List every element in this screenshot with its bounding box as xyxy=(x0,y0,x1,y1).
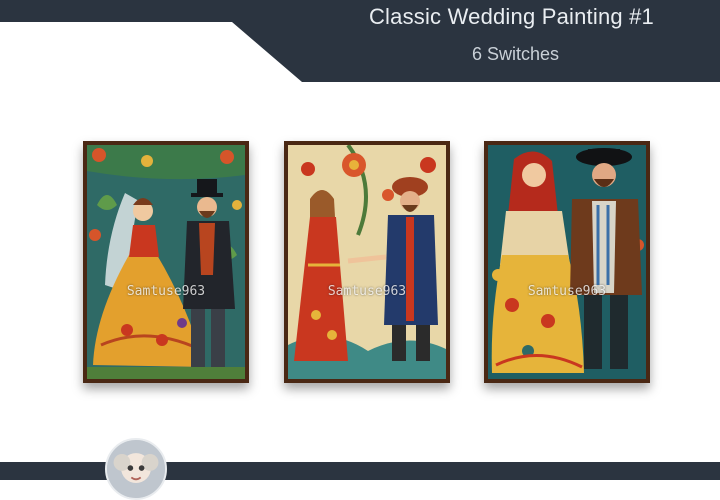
avatar-image xyxy=(107,440,165,498)
painting-image-1 xyxy=(87,145,245,379)
painting-thumbnail-1[interactable]: Samtuse963 xyxy=(83,141,249,383)
painting-thumbnail-3[interactable]: Samtuse963 xyxy=(484,141,650,383)
page-title: Classic Wedding Painting #1 xyxy=(368,4,654,29)
painting-image-3 xyxy=(488,145,646,379)
painting-image-2 xyxy=(288,145,446,379)
painting-thumbnail-2[interactable]: Samtuse963 xyxy=(284,141,450,383)
page-subtitle: 6 Switches xyxy=(471,44,559,64)
creator-avatar-icon[interactable] xyxy=(105,438,167,500)
